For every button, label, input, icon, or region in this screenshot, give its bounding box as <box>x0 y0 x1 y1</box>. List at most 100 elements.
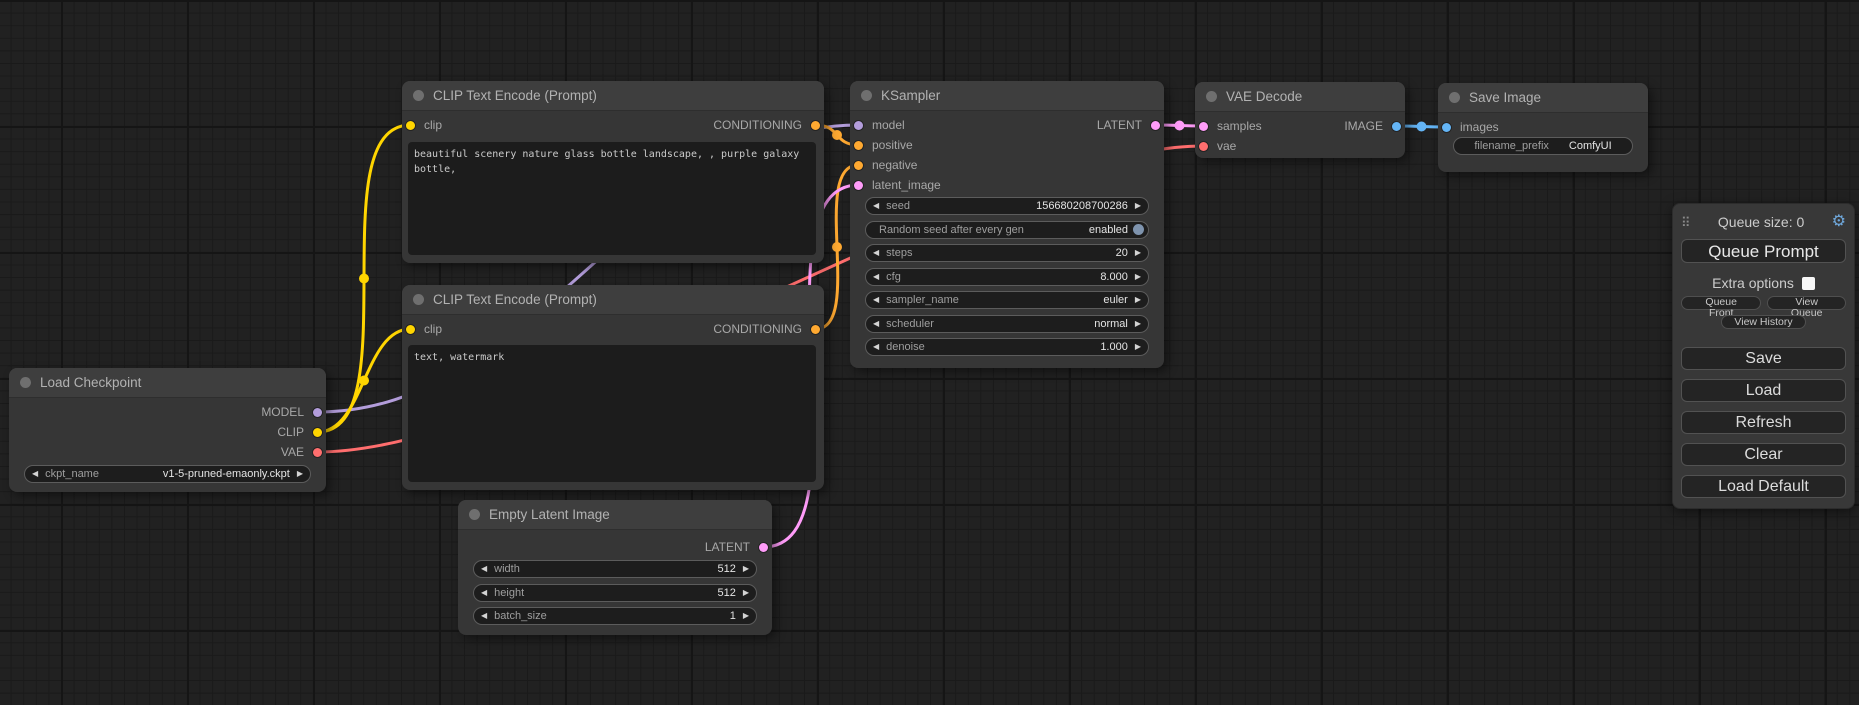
decrement-arrow-icon[interactable]: ◀ <box>474 565 494 573</box>
node-title: Save Image <box>1469 90 1541 105</box>
node-title: CLIP Text Encode (Prompt) <box>433 88 597 103</box>
widget-sampler-name[interactable]: ◀sampler_nameeuler▶ <box>865 291 1149 309</box>
node-collapse-dot-icon[interactable] <box>861 90 872 101</box>
extra-options-checkbox[interactable] <box>1802 277 1815 290</box>
increment-arrow-icon[interactable]: ▶ <box>736 612 756 620</box>
queue-front-button[interactable]: Queue Front <box>1681 296 1761 310</box>
node-vae-decode[interactable]: VAE DecodesamplesvaeIMAGE <box>1195 82 1405 158</box>
save-button[interactable]: Save <box>1681 347 1846 370</box>
increment-arrow-icon[interactable]: ▶ <box>1128 320 1148 328</box>
input-slot-vae: vae <box>1199 137 1236 155</box>
widget-value: 512 <box>717 587 735 599</box>
node-collapse-dot-icon[interactable] <box>413 294 424 305</box>
decrement-arrow-icon[interactable]: ◀ <box>866 296 886 304</box>
port-MODEL-output[interactable] <box>313 408 322 417</box>
prompt-textarea[interactable]: text, watermark <box>408 345 816 482</box>
port-LATENT-output[interactable] <box>1151 121 1160 130</box>
decrement-arrow-icon[interactable]: ◀ <box>866 320 886 328</box>
link-midpoint-dot <box>359 376 369 386</box>
increment-arrow-icon[interactable]: ▶ <box>1128 296 1148 304</box>
increment-arrow-icon[interactable]: ▶ <box>1128 273 1148 281</box>
port-positive-input[interactable] <box>854 141 863 150</box>
input-label: clip <box>424 322 442 336</box>
node-title: Load Checkpoint <box>40 375 141 390</box>
settings-gear-icon[interactable]: ⚙ <box>1832 214 1846 230</box>
widget-cfg[interactable]: ◀cfg8.000▶ <box>865 268 1149 286</box>
widget-width[interactable]: ◀width512▶ <box>473 560 757 578</box>
load-default-button[interactable]: Load Default <box>1681 475 1846 498</box>
port-model-input[interactable] <box>854 121 863 130</box>
increment-arrow-icon[interactable]: ▶ <box>736 565 756 573</box>
node-load-checkpoint[interactable]: Load CheckpointMODELCLIPVAE◀ckpt_namev1-… <box>9 368 326 492</box>
widget-label: seed <box>886 200 910 212</box>
increment-arrow-icon[interactable]: ▶ <box>290 470 310 478</box>
clear-button[interactable]: Clear <box>1681 443 1846 466</box>
node-collapse-dot-icon[interactable] <box>469 509 480 520</box>
increment-arrow-icon[interactable]: ▶ <box>1128 202 1148 210</box>
widget-label: cfg <box>886 271 901 283</box>
widget-height[interactable]: ◀height512▶ <box>473 584 757 602</box>
decrement-arrow-icon[interactable]: ◀ <box>866 249 886 257</box>
port-VAE-output[interactable] <box>313 448 322 457</box>
decrement-arrow-icon[interactable]: ◀ <box>866 343 886 351</box>
port-LATENT-output[interactable] <box>759 543 768 552</box>
node-collapse-dot-icon[interactable] <box>20 377 31 388</box>
node-ksampler[interactable]: KSamplermodelpositivenegativelatent_imag… <box>850 81 1164 368</box>
prompt-textarea[interactable]: beautiful scenery nature glass bottle la… <box>408 142 816 255</box>
port-CLIP-output[interactable] <box>313 428 322 437</box>
decrement-arrow-icon[interactable]: ◀ <box>25 470 45 478</box>
port-CONDITIONING-output[interactable] <box>811 325 820 334</box>
graph-canvas[interactable]: { "canvas": { "background": "#212121", "… <box>0 0 1859 705</box>
port-images-input[interactable] <box>1442 123 1451 132</box>
port-clip-input[interactable] <box>406 121 415 130</box>
node-collapse-dot-icon[interactable] <box>1449 92 1460 103</box>
refresh-button[interactable]: Refresh <box>1681 411 1846 434</box>
increment-arrow-icon[interactable]: ▶ <box>736 589 756 597</box>
widget-value: 1.000 <box>1100 341 1128 353</box>
output-label: MODEL <box>261 405 304 419</box>
widget-label: ckpt_name <box>45 468 99 480</box>
node-clip-encode-negative[interactable]: CLIP Text Encode (Prompt)clipCONDITIONIN… <box>402 285 824 490</box>
widget-steps[interactable]: ◀steps20▶ <box>865 244 1149 262</box>
node-clip-encode-positive[interactable]: CLIP Text Encode (Prompt)clipCONDITIONIN… <box>402 81 824 263</box>
decrement-arrow-icon[interactable]: ◀ <box>866 273 886 281</box>
node-empty-latent-image[interactable]: Empty Latent ImageLATENT◀width512▶◀heigh… <box>458 500 772 635</box>
port-samples-input[interactable] <box>1199 122 1208 131</box>
increment-arrow-icon[interactable]: ▶ <box>1128 343 1148 351</box>
node-collapse-dot-icon[interactable] <box>1206 91 1217 102</box>
port-CONDITIONING-output[interactable] <box>811 121 820 130</box>
widget-ckpt-name[interactable]: ◀ckpt_namev1-5-pruned-emaonly.ckpt▶ <box>24 465 311 483</box>
port-IMAGE-output[interactable] <box>1392 122 1401 131</box>
link-midpoint-dot <box>1175 121 1185 131</box>
view-queue-button[interactable]: View Queue <box>1767 296 1846 310</box>
widget-scheduler[interactable]: ◀schedulernormal▶ <box>865 315 1149 333</box>
port-clip-input[interactable] <box>406 325 415 334</box>
widget-seed[interactable]: ◀seed 156680208700286▶ <box>865 197 1149 215</box>
widget-label: batch_size <box>494 610 547 622</box>
queue-prompt-button[interactable]: Queue Prompt <box>1681 239 1846 263</box>
output-slot-VAE: VAE <box>281 443 322 461</box>
widget-value: 156680208700286 <box>1036 200 1128 212</box>
drag-handle-icon[interactable]: ⠿ <box>1681 216 1691 229</box>
increment-arrow-icon[interactable]: ▶ <box>1128 249 1148 257</box>
widget-label: steps <box>886 247 912 259</box>
widget-label: width <box>494 563 520 575</box>
link-midpoint-dot <box>1417 122 1427 132</box>
node-title-bar: CLIP Text Encode (Prompt) <box>402 81 824 111</box>
toggle-dot-icon[interactable] <box>1133 224 1144 235</box>
load-button[interactable]: Load <box>1681 379 1846 402</box>
widget-batch-size[interactable]: ◀batch_size1▶ <box>473 607 757 625</box>
node-save-image[interactable]: Save Imageimagesfilename_prefixComfyUI <box>1438 83 1648 172</box>
widget-label: scheduler <box>886 318 934 330</box>
view-history-button[interactable]: View History <box>1721 315 1805 329</box>
widget-Random seed after every gen[interactable]: Random seed after every genenabled <box>865 221 1149 239</box>
decrement-arrow-icon[interactable]: ◀ <box>474 589 494 597</box>
port-latent_image-input[interactable] <box>854 181 863 190</box>
port-vae-input[interactable] <box>1199 142 1208 151</box>
port-negative-input[interactable] <box>854 161 863 170</box>
decrement-arrow-icon[interactable]: ◀ <box>866 202 886 210</box>
node-collapse-dot-icon[interactable] <box>413 90 424 101</box>
widget-denoise[interactable]: ◀denoise1.000▶ <box>865 338 1149 356</box>
widget-filename-prefix[interactable]: filename_prefixComfyUI <box>1453 137 1633 155</box>
decrement-arrow-icon[interactable]: ◀ <box>474 612 494 620</box>
